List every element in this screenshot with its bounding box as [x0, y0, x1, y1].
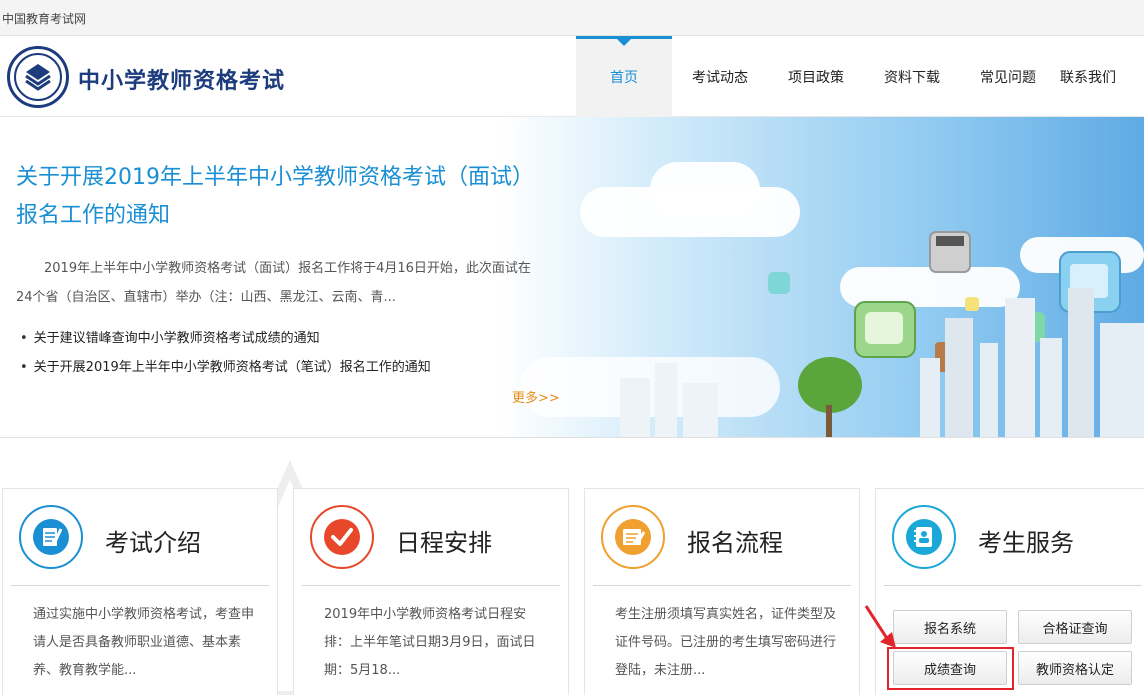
tree-icon	[798, 357, 862, 437]
divider	[884, 585, 1142, 586]
card-title[interactable]: 考生服务	[978, 523, 1074, 558]
card-registration-process: 报名流程 考生注册须填写真实姓名，证件类型及证件号码。已注册的考生填写密码进行登…	[584, 488, 860, 695]
nav-item-policy[interactable]: 项目政策	[768, 36, 864, 117]
card-exam-intro: 考试介绍 通过实施中小学教师资格考试，考查申请人是否具备教师职业道德、基本素养、…	[2, 488, 278, 695]
main-nav: 首页 考试动态 项目政策 资料下载 常见问题 联系我们	[576, 36, 1128, 117]
contact-book-icon	[906, 519, 942, 555]
card-schedule: 日程安排 2019年中小学教师资格考试日程安排：上半年笔试日期3月9日，面试日期…	[293, 488, 569, 695]
header: 中小学教师资格考试 首页 考试动态 项目政策 资料下载 常见问题 联系我们	[0, 36, 1144, 117]
red-arrow-icon	[864, 605, 896, 648]
checkmark-icon	[324, 519, 360, 555]
exam-logo[interactable]	[7, 46, 69, 108]
divider	[593, 585, 851, 586]
nav-item-contact[interactable]: 联系我们	[1056, 36, 1128, 117]
divider	[11, 585, 269, 586]
form-pen-icon	[615, 519, 651, 555]
card-text: 考生注册须填写真实姓名，证件类型及证件号码。已注册的考生填写密码进行登陆，未注册…	[615, 607, 837, 678]
registration-icon-circle	[601, 505, 665, 569]
top-bar: 中国教育考试网	[0, 0, 1144, 36]
banner-illustration	[500, 117, 1144, 437]
document-pen-icon	[33, 519, 69, 555]
news-item[interactable]: 关于建议错峰查询中小学教师资格考试成绩的通知	[20, 327, 431, 356]
divider	[302, 585, 560, 586]
more-link[interactable]: 更多>>	[512, 387, 560, 406]
certificate-query-button[interactable]: 合格证查询	[1018, 610, 1132, 644]
site-name[interactable]: 中国教育考试网	[2, 10, 86, 27]
card-title[interactable]: 考试介绍	[105, 523, 201, 558]
registration-system-button[interactable]: 报名系统	[893, 610, 1007, 644]
card-title[interactable]: 日程安排	[396, 523, 492, 558]
card-title[interactable]: 报名流程	[687, 523, 783, 558]
book-emblem-icon	[25, 64, 51, 91]
news-list: 关于建议错峰查询中小学教师资格考试成绩的通知 关于开展2019年上半年中小学教师…	[20, 327, 431, 385]
nav-item-downloads[interactable]: 资料下载	[864, 36, 960, 117]
schedule-icon-circle	[310, 505, 374, 569]
hero-banner: 关于开展2019年上半年中小学教师资格考试（面试）报名工作的通知 2019年上半…	[0, 117, 1144, 438]
news-item[interactable]: 关于开展2019年上半年中小学教师资格考试（笔试）报名工作的通知	[20, 356, 431, 385]
teacher-qualification-button[interactable]: 教师资格认定	[1018, 651, 1132, 685]
nav-item-faq[interactable]: 常见问题	[960, 36, 1056, 117]
headline-summary: 2019年上半年中小学教师资格考试（面试）报名工作将于4月16日开始，此次面试在…	[16, 261, 531, 305]
nav-item-exam-news[interactable]: 考试动态	[672, 36, 768, 117]
exam-intro-icon-circle	[19, 505, 83, 569]
card-text: 2019年中小学教师资格考试日程安排：上半年笔试日期3月9日，面试日期：5月18…	[324, 607, 536, 678]
card-text: 通过实施中小学教师资格考试，考查申请人是否具备教师职业道德、基本素养、教育教学能…	[33, 607, 255, 678]
services-icon-circle	[892, 505, 956, 569]
brand-title[interactable]: 中小学教师资格考试	[78, 63, 285, 95]
nav-item-home[interactable]: 首页	[576, 36, 672, 117]
highlight-box	[887, 647, 1014, 690]
headline-link[interactable]: 关于开展2019年上半年中小学教师资格考试（面试）报名工作的通知	[16, 159, 546, 235]
